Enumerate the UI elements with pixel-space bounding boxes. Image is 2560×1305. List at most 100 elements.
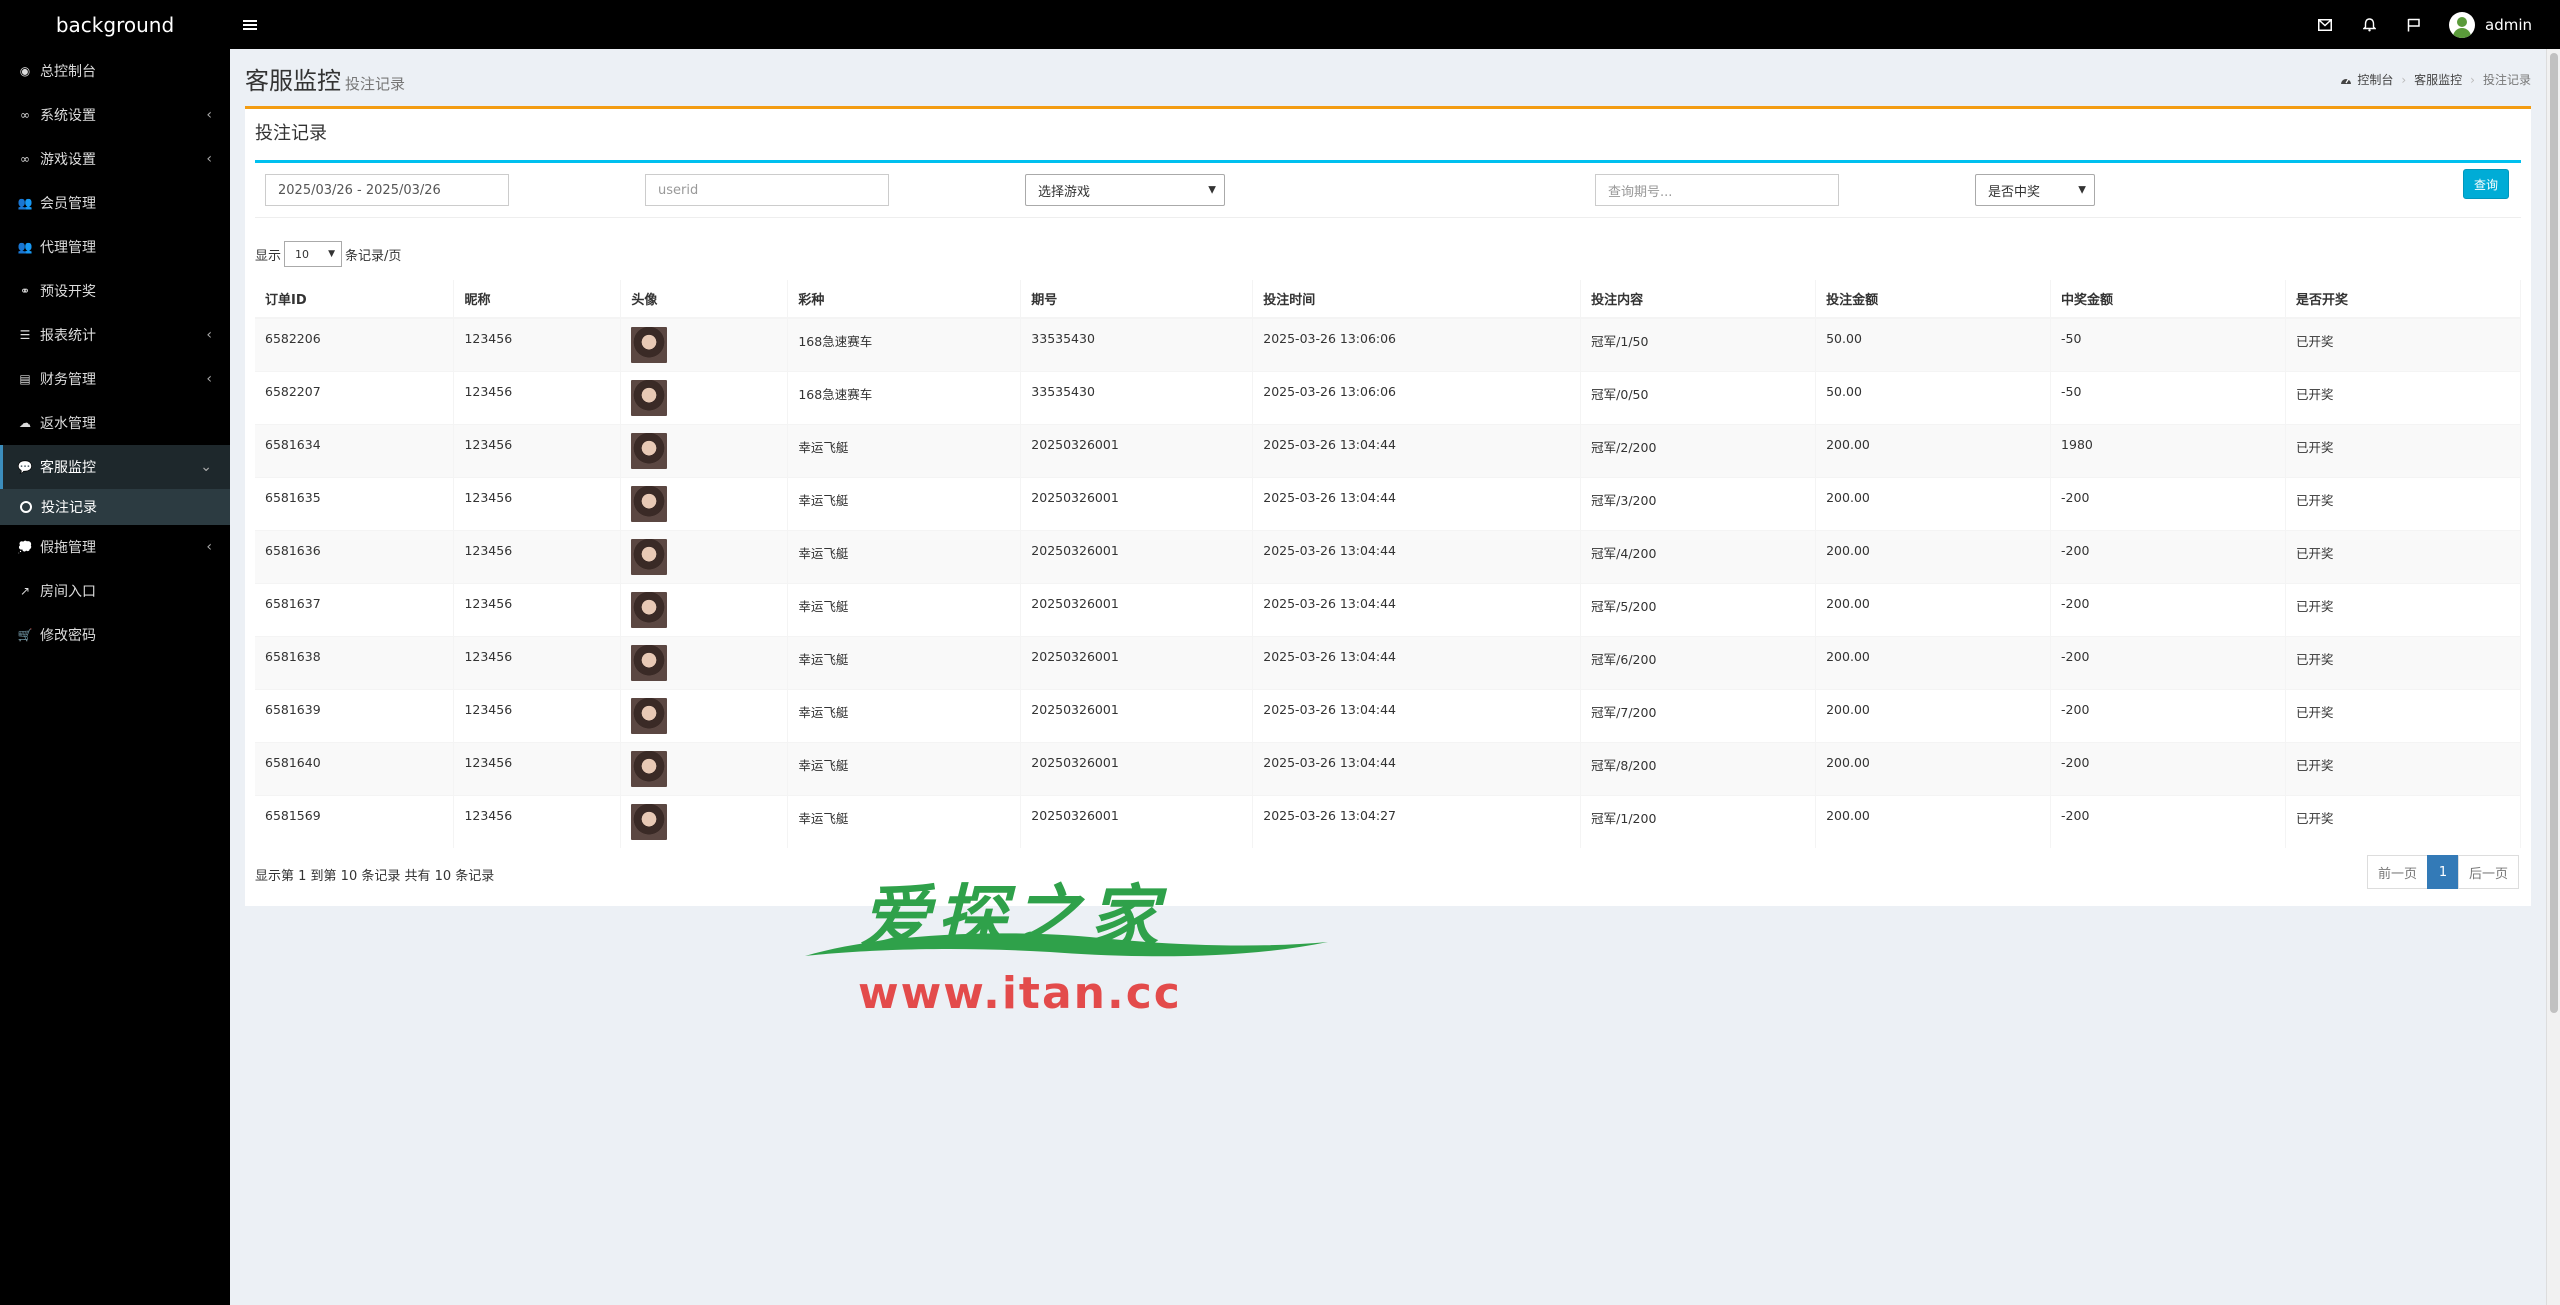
sidebar-item-5[interactable]: ⚭ 预设开奖 [0,269,230,313]
next-page-button[interactable]: 后一页 [2457,855,2519,889]
win-select[interactable]: 是否中奖 ▼ [1975,174,2095,206]
content-header: 客服监控 投注记录 [245,61,405,96]
query-button[interactable]: 查询 [2463,169,2509,199]
column-header[interactable]: 是否开奖 [2285,280,2522,319]
table-cell: -200 [2050,476,2286,530]
table-row[interactable]: 6581634 123456 幸运飞艇 20250326001 2025-03-26 1… [255,423,2522,477]
prev-page-button[interactable]: 前一页 [2366,855,2428,889]
breadcrumb-section[interactable]: 客服监控 [2414,71,2462,88]
chevron-left-icon: ‹ [206,151,212,167]
column-header[interactable]: 彩种 [787,280,1022,319]
userid-input[interactable]: userid [645,174,889,206]
date-range-input[interactable]: 2025/03/26 - 2025/03/26 [265,174,509,206]
notifications-button[interactable] [2347,0,2391,49]
table-row[interactable]: 6581636 123456 幸运飞艇 20250326001 2025-03-26 1… [255,529,2522,583]
user-avatar-thumbnail [631,327,668,363]
table-cell: 幸运飞艇 [787,423,1022,477]
tasks-button[interactable] [2391,0,2435,49]
dashboard-icon: ◉ [19,64,31,78]
sidebar-subitem-label: 投注记录 [41,500,97,516]
table-row[interactable]: 6582206 123456 168急速赛车 33535430 2025-03-26 1… [255,317,2522,371]
sidebar-item-0[interactable]: ◉ 总控制台 [0,49,230,93]
messages-button[interactable] [2303,0,2347,49]
sidebar-item-label: 报表统计 [40,328,96,344]
breadcrumb-home[interactable]: 控制台 [2357,71,2393,88]
sidebar-item-label: 游戏设置 [40,152,96,168]
game-select[interactable]: 选择游戏 ▼ [1025,174,1225,206]
page-1-button[interactable]: 1 [2426,855,2459,889]
user-menu[interactable]: admin [2449,11,2532,38]
sidebar-item-4[interactable]: 👥 代理管理 [0,225,230,269]
column-header[interactable]: 投注时间 [1252,280,1582,319]
table-cell: 已开奖 [2285,582,2522,636]
sidebar-item-3[interactable]: 👥 会员管理 [0,181,230,225]
table-row[interactable]: 6582207 123456 168急速赛车 33535430 2025-03-26 1… [255,370,2522,424]
sidebar-item-1[interactable]: ∞ 系统设置 ‹ [0,93,230,137]
list-icon: ☰ [19,328,31,342]
sidebar-item-label: 会员管理 [40,196,96,212]
table-cell: -200 [2050,582,2286,636]
table-cell: 6581569 [255,794,455,848]
scrollbar-thumb[interactable] [2550,53,2558,1013]
table-row[interactable]: 6581637 123456 幸运飞艇 20250326001 2025-03-26 1… [255,582,2522,636]
table-row[interactable]: 6581635 123456 幸运飞艇 20250326001 2025-03-26 1… [255,476,2522,530]
table-cell: -50 [2050,370,2286,424]
table-cell: 20250326001 [1020,741,1254,795]
table-cell: 20250326001 [1020,582,1254,636]
table-row[interactable]: 6581640 123456 幸运飞艇 20250326001 2025-03-26 1… [255,741,2522,795]
cart-icon: 🛒 [17,628,33,642]
brand-logo[interactable]: background [0,0,230,49]
chevron-down-icon: ▼ [1208,184,1216,196]
table-cell: 6582207 [255,370,455,424]
table-cell: 123456 [453,529,622,583]
column-header[interactable]: 期号 [1020,280,1254,319]
avatar-cell [620,476,789,530]
page-length-select[interactable]: 10 ▼ [284,241,343,267]
avatar-cell [620,423,789,477]
table-cell: 200.00 [1815,476,2052,530]
table-cell: 幸运飞艇 [787,741,1022,795]
sidebar-item-2[interactable]: ∞ 游戏设置 ‹ [0,137,230,181]
table-cell: -200 [2050,635,2286,689]
records-table: 订单ID 昵称 头像 彩种 期号 投注时间 投注内容 投注金额 中奖金额 是否开奖 6582206… [255,280,2522,848]
column-header[interactable]: 订单ID [255,280,455,319]
flag-icon [2407,18,2420,31]
sidebar-subitem-bet-records[interactable]: 投注记录 [0,489,230,525]
sidebar-item-11[interactable]: ↗ 房间入口 [0,569,230,613]
sidebar-item-label: 财务管理 [40,372,96,388]
sidebar-item-6[interactable]: ☰ 报表统计 ‹ [0,313,230,357]
table-cell: 123456 [453,741,622,795]
table-cell: 已开奖 [2285,476,2522,530]
table-cell: 6581639 [255,688,455,742]
table-cell: 2025-03-26 13:04:44 [1252,582,1582,636]
table-cell: 幸运飞艇 [787,529,1022,583]
column-header[interactable]: 昵称 [453,280,622,319]
table-cell: 123456 [453,688,622,742]
chevron-left-icon: ‹ [206,327,212,343]
column-header[interactable]: 中奖金额 [2050,280,2286,319]
table-cell: 20250326001 [1020,423,1254,477]
column-header[interactable]: 投注金额 [1815,280,2052,319]
page-scrollbar[interactable] [2546,49,2560,1305]
sidebar-item-7[interactable]: ▤ 财务管理 ‹ [0,357,230,401]
table-cell: 123456 [453,635,622,689]
sidebar-item-10[interactable]: 💭 假拖管理 ‹ [0,525,230,569]
table-row[interactable]: 6581639 123456 幸运飞艇 20250326001 2025-03-26 1… [255,688,2522,742]
column-header[interactable]: 头像 [620,280,789,319]
circle-icon [20,501,32,513]
game-select-value: 选择游戏 [1038,184,1091,200]
sidebar-item-9[interactable]: 💬 客服监控 ⌄ [0,445,230,489]
sidebar-toggle-button[interactable] [230,0,270,49]
period-input[interactable]: 查询期号... [1595,174,1839,206]
chevron-down-icon: ▼ [2078,184,2086,196]
column-header[interactable]: 投注内容 [1580,280,1817,319]
sidebar-item-12[interactable]: 🛒 修改密码 [0,613,230,657]
table-cell: 已开奖 [2285,741,2522,795]
table-cell: 2025-03-26 13:04:44 [1252,529,1582,583]
watermark: 爱探之家 www.itan.cc [800,862,1340,1022]
sidebar-item-8[interactable]: ☁ 返水管理 [0,401,230,445]
table-cell: 已开奖 [2285,794,2522,848]
table-row[interactable]: 6581638 123456 幸运飞艇 20250326001 2025-03-26 1… [255,635,2522,689]
table-row[interactable]: 6581569 123456 幸运飞艇 20250326001 2025-03-26 1… [255,794,2522,848]
table-cell: 200.00 [1815,741,2052,795]
